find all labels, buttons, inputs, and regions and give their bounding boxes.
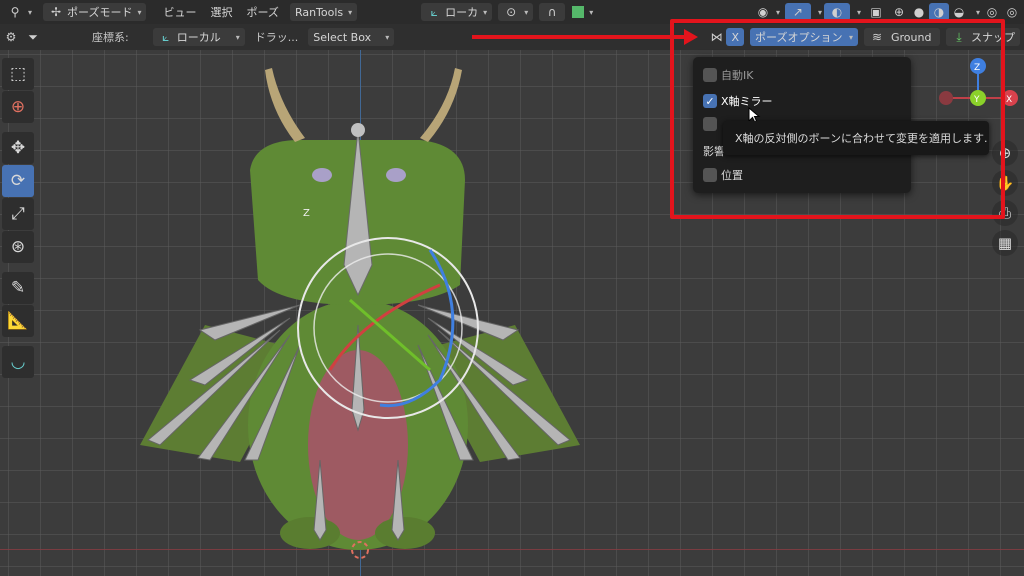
transform-orientation-selector[interactable]: ⟀ ローカ ▾ bbox=[421, 3, 493, 21]
cursor-select-icon: ⬚ bbox=[9, 64, 27, 84]
chevron-down-icon: ▾ bbox=[589, 7, 594, 17]
annotate-tool[interactable]: ✎ bbox=[2, 272, 34, 304]
chevron-down-icon: ▾ bbox=[775, 7, 780, 17]
rotate-icon: ⟳ bbox=[10, 171, 26, 191]
left-horn bbox=[265, 68, 305, 142]
drag-value: Select Box bbox=[313, 30, 372, 44]
chevron-down-icon: ▾ bbox=[385, 32, 390, 42]
chevron-down-icon: ▾ bbox=[524, 7, 529, 17]
tool-settings-button[interactable]: ⚙ bbox=[0, 28, 22, 46]
annotation-highlight-box bbox=[670, 19, 1005, 219]
filter-icon: ⏷ bbox=[28, 29, 38, 44]
menu-select[interactable]: 選択 bbox=[205, 3, 237, 21]
magnet-icon: ∩ bbox=[547, 5, 557, 19]
xray-icon: ▣ bbox=[870, 5, 882, 19]
chevron-down-icon: ▾ bbox=[856, 7, 861, 17]
gizmo-x-label: X bbox=[1006, 95, 1012, 105]
circle-icon: ◎ bbox=[1006, 5, 1018, 19]
menu-view[interactable]: ビュー bbox=[158, 3, 201, 21]
transform-icon: ⊛ bbox=[10, 237, 26, 257]
chevron-down-icon: ▾ bbox=[28, 7, 33, 17]
head-bone-joint bbox=[351, 123, 365, 137]
chevron-down-icon: ▾ bbox=[235, 32, 240, 42]
coord-system-label: 座標系: bbox=[92, 31, 129, 44]
cursor-tool[interactable]: ⊕ bbox=[2, 91, 34, 123]
editor-type-button[interactable]: ⚲ ▾ bbox=[2, 3, 37, 21]
move-tool[interactable]: ✥ bbox=[2, 132, 34, 164]
overlay-icon: ◐ bbox=[831, 5, 843, 19]
pose-relax-tool[interactable]: ◡ bbox=[2, 346, 34, 378]
filter-button[interactable]: ⏷ bbox=[22, 28, 44, 46]
pivot-icon: ⊙ bbox=[506, 5, 517, 19]
solid-sphere-icon: ● bbox=[913, 5, 925, 19]
chevron-down-icon: ▾ bbox=[817, 7, 822, 17]
crosshair-icon: ⊕ bbox=[10, 97, 26, 117]
rantools-menu[interactable]: RanTools ▾ bbox=[289, 3, 358, 21]
measure-tool[interactable]: 📐 bbox=[2, 305, 34, 337]
coord-system-value: ローカル bbox=[176, 31, 221, 44]
green-square-icon bbox=[572, 6, 585, 18]
chevron-down-icon: ▾ bbox=[348, 7, 353, 17]
scale-icon: ⤢ bbox=[11, 204, 25, 224]
right-eye bbox=[386, 168, 406, 182]
material-sphere-icon: ◑ bbox=[933, 5, 945, 19]
ruler-icon: 📐 bbox=[7, 311, 29, 331]
chevron-down-icon: ▾ bbox=[975, 7, 980, 17]
snap-toggle[interactable]: ∩ bbox=[539, 3, 566, 21]
transform-tool[interactable]: ⊛ bbox=[2, 231, 34, 263]
rotate-tool[interactable]: ⟳ bbox=[2, 165, 34, 197]
coord-system-selector[interactable]: ⟀ ローカル ▾ bbox=[152, 28, 245, 46]
armature-icon: ⚲ bbox=[10, 5, 20, 19]
mode-selector[interactable]: ✢ ポーズモード ▾ bbox=[43, 3, 147, 21]
left-eye bbox=[312, 168, 332, 182]
transform-orientation-label: ローカ bbox=[445, 6, 479, 19]
menu-pose[interactable]: ポーズ bbox=[241, 3, 283, 21]
local-axes-icon: ⟀ bbox=[162, 29, 170, 44]
move-icon: ✥ bbox=[10, 138, 26, 158]
gizmo-icon: ↗ bbox=[792, 5, 803, 19]
curve-icon: ◡ bbox=[10, 352, 26, 372]
pivot-selector[interactable]: ⊙ ▾ bbox=[498, 3, 534, 21]
grid-icon: ▦ bbox=[997, 234, 1013, 252]
right-horn bbox=[420, 68, 462, 142]
drag-label: ドラッ... bbox=[254, 31, 299, 44]
pose-icon: ✢ bbox=[50, 5, 62, 19]
ortho-toggle-button[interactable]: ▦ bbox=[992, 230, 1018, 256]
bone-axis-label: Z bbox=[303, 208, 310, 219]
scale-tool[interactable]: ⤢ bbox=[2, 198, 34, 230]
local-axes-icon: ⟀ bbox=[430, 4, 438, 19]
rantools-label: RanTools bbox=[294, 5, 344, 19]
blender-window: ⚲ ▾ ✢ ポーズモード ▾ ビュー 選択 ポーズ RanTools ▾ ⟀ ローカ… bbox=[0, 0, 1024, 576]
drag-selector[interactable]: Select Box ▾ bbox=[308, 28, 395, 46]
mode-label: ポーズモード bbox=[67, 6, 133, 19]
record-icon: ◎ bbox=[986, 5, 998, 19]
right-foot bbox=[375, 517, 435, 549]
select-box-tool[interactable]: ⬚ bbox=[2, 58, 34, 90]
wireframe-icon: ⊕ bbox=[893, 5, 905, 19]
pencil-icon: ✎ bbox=[10, 278, 26, 298]
render-region-button[interactable]: ◎ bbox=[1002, 3, 1024, 21]
gear-icon: ⚙ bbox=[5, 30, 17, 44]
annotation-arrow-line bbox=[472, 35, 688, 39]
chevron-down-icon: ▾ bbox=[137, 7, 142, 17]
eye-icon: ◉ bbox=[757, 5, 769, 19]
proportional-edit-button[interactable]: ▾ bbox=[567, 3, 598, 21]
chevron-down-icon: ▾ bbox=[483, 7, 488, 17]
left-toolbar: ⬚ ⊕ ✥ ⟳ ⤢ ⊛ ✎ 📐 ◡ bbox=[2, 58, 36, 379]
rendered-sphere-icon: ◒ bbox=[953, 5, 965, 19]
left-foot bbox=[280, 517, 340, 549]
